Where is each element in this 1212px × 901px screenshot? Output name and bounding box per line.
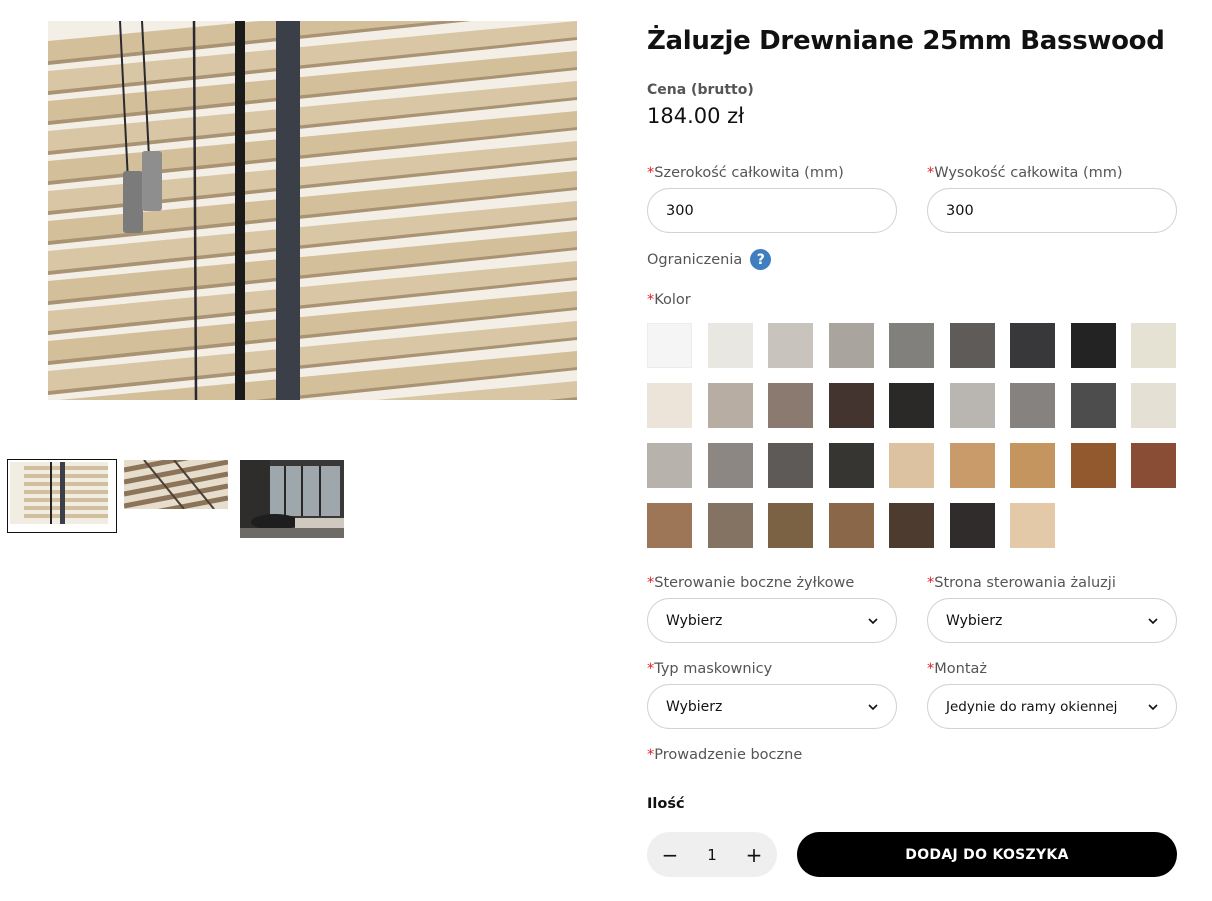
quantity-value[interactable]: 1 (707, 846, 717, 864)
price-value: 184.00 zł (647, 104, 745, 128)
question-icon[interactable]: ? (750, 249, 772, 270)
mount-label: *Montaż (927, 661, 987, 677)
color-swatch[interactable] (949, 323, 995, 368)
color-swatch[interactable] (1070, 383, 1116, 428)
side-label: *Strona sterowania żaluzji (927, 575, 1116, 591)
cover-select[interactable]: Wybierz (647, 684, 897, 729)
thumbnail-2[interactable] (124, 460, 228, 509)
color-swatch[interactable] (889, 383, 934, 428)
control-select-value: Wybierz (666, 612, 723, 629)
quantity-label: Ilość (647, 796, 685, 812)
width-label: *Szerokość całkowita (mm) (647, 165, 844, 181)
color-swatch[interactable] (768, 383, 813, 428)
cover-label: *Typ maskownicy (647, 661, 772, 677)
color-swatch[interactable] (949, 503, 995, 548)
color-swatch[interactable] (889, 323, 934, 368)
side-label-text: Strona sterowania żaluzji (934, 575, 1116, 591)
color-swatch[interactable] (1070, 443, 1116, 488)
control-label-text: Sterowanie boczne żyłkowe (654, 575, 855, 591)
thumbnail-1[interactable] (7, 459, 117, 533)
control-select[interactable]: Wybierz (647, 598, 897, 643)
quantity-stepper: − 1 + (647, 832, 777, 877)
color-swatch[interactable] (647, 323, 692, 368)
color-swatch-grid (647, 323, 1187, 548)
limits-row: Ograniczenia ? (647, 249, 772, 270)
chevron-down-icon (1148, 703, 1158, 710)
color-swatch[interactable] (1010, 323, 1055, 368)
price-label: Cena (brutto) (647, 82, 754, 98)
control-label: *Sterowanie boczne żyłkowe (647, 575, 854, 591)
cover-label-text: Typ maskownicy (654, 661, 773, 677)
color-swatch[interactable] (828, 443, 874, 488)
minus-icon[interactable]: − (661, 843, 679, 867)
color-swatch[interactable] (828, 503, 874, 548)
product-main-image[interactable] (48, 21, 577, 400)
color-swatch[interactable] (707, 503, 753, 548)
chevron-down-icon (868, 617, 878, 624)
color-swatch[interactable] (647, 383, 692, 428)
mount-select-value: Jedynie do ramy okiennej (946, 698, 1118, 715)
chevron-down-icon (1148, 617, 1158, 624)
color-swatch[interactable] (707, 383, 753, 428)
color-swatch[interactable] (889, 503, 934, 548)
color-swatch[interactable] (647, 503, 692, 548)
color-swatch[interactable] (1131, 323, 1176, 368)
thumbnail-3[interactable] (240, 460, 344, 538)
color-swatch[interactable] (828, 383, 874, 428)
width-label-text: Szerokość całkowita (mm) (654, 165, 844, 181)
color-swatch[interactable] (1131, 383, 1176, 428)
height-label-text: Wysokość całkowita (mm) (934, 165, 1123, 181)
color-swatch[interactable] (647, 443, 692, 488)
color-swatch[interactable] (707, 443, 753, 488)
color-swatch[interactable] (1010, 443, 1055, 488)
plus-icon[interactable]: + (745, 843, 763, 867)
color-swatch[interactable] (768, 443, 813, 488)
blinds-photo (48, 21, 577, 400)
color-swatch[interactable] (1070, 323, 1116, 368)
side-select-value: Wybierz (946, 612, 1003, 629)
height-input[interactable] (927, 188, 1177, 233)
color-swatch[interactable] (949, 383, 995, 428)
color-swatch[interactable] (1010, 383, 1055, 428)
color-swatch[interactable] (828, 323, 874, 368)
color-swatch[interactable] (1131, 443, 1176, 488)
mount-label-text: Montaż (934, 661, 988, 677)
color-swatch[interactable] (768, 323, 813, 368)
color-swatch[interactable] (889, 443, 934, 488)
mount-select[interactable]: Jedynie do ramy okiennej (927, 684, 1177, 729)
product-title: Żaluzje Drewniane 25mm Basswood (647, 26, 1165, 56)
color-swatch[interactable] (1010, 503, 1055, 548)
color-swatch[interactable] (707, 323, 753, 368)
guide-label: *Prowadzenie boczne (647, 747, 802, 763)
thumbnail-2-image (124, 460, 228, 509)
cover-select-value: Wybierz (666, 698, 723, 715)
limits-label: Ograniczenia (647, 251, 743, 268)
chevron-down-icon (868, 703, 878, 710)
width-input[interactable] (647, 188, 897, 233)
side-select[interactable]: Wybierz (927, 598, 1177, 643)
thumbnail-3-image (240, 460, 344, 538)
guide-label-text: Prowadzenie boczne (654, 747, 803, 763)
color-swatch[interactable] (949, 443, 995, 488)
color-swatch[interactable] (768, 503, 813, 548)
add-to-cart-button[interactable]: DODAJ DO KOSZYKA (797, 832, 1177, 877)
color-label: *Kolor (647, 292, 691, 308)
thumbnail-1-image (10, 462, 108, 524)
height-label: *Wysokość całkowita (mm) (927, 165, 1123, 181)
color-label-text: Kolor (654, 292, 691, 308)
